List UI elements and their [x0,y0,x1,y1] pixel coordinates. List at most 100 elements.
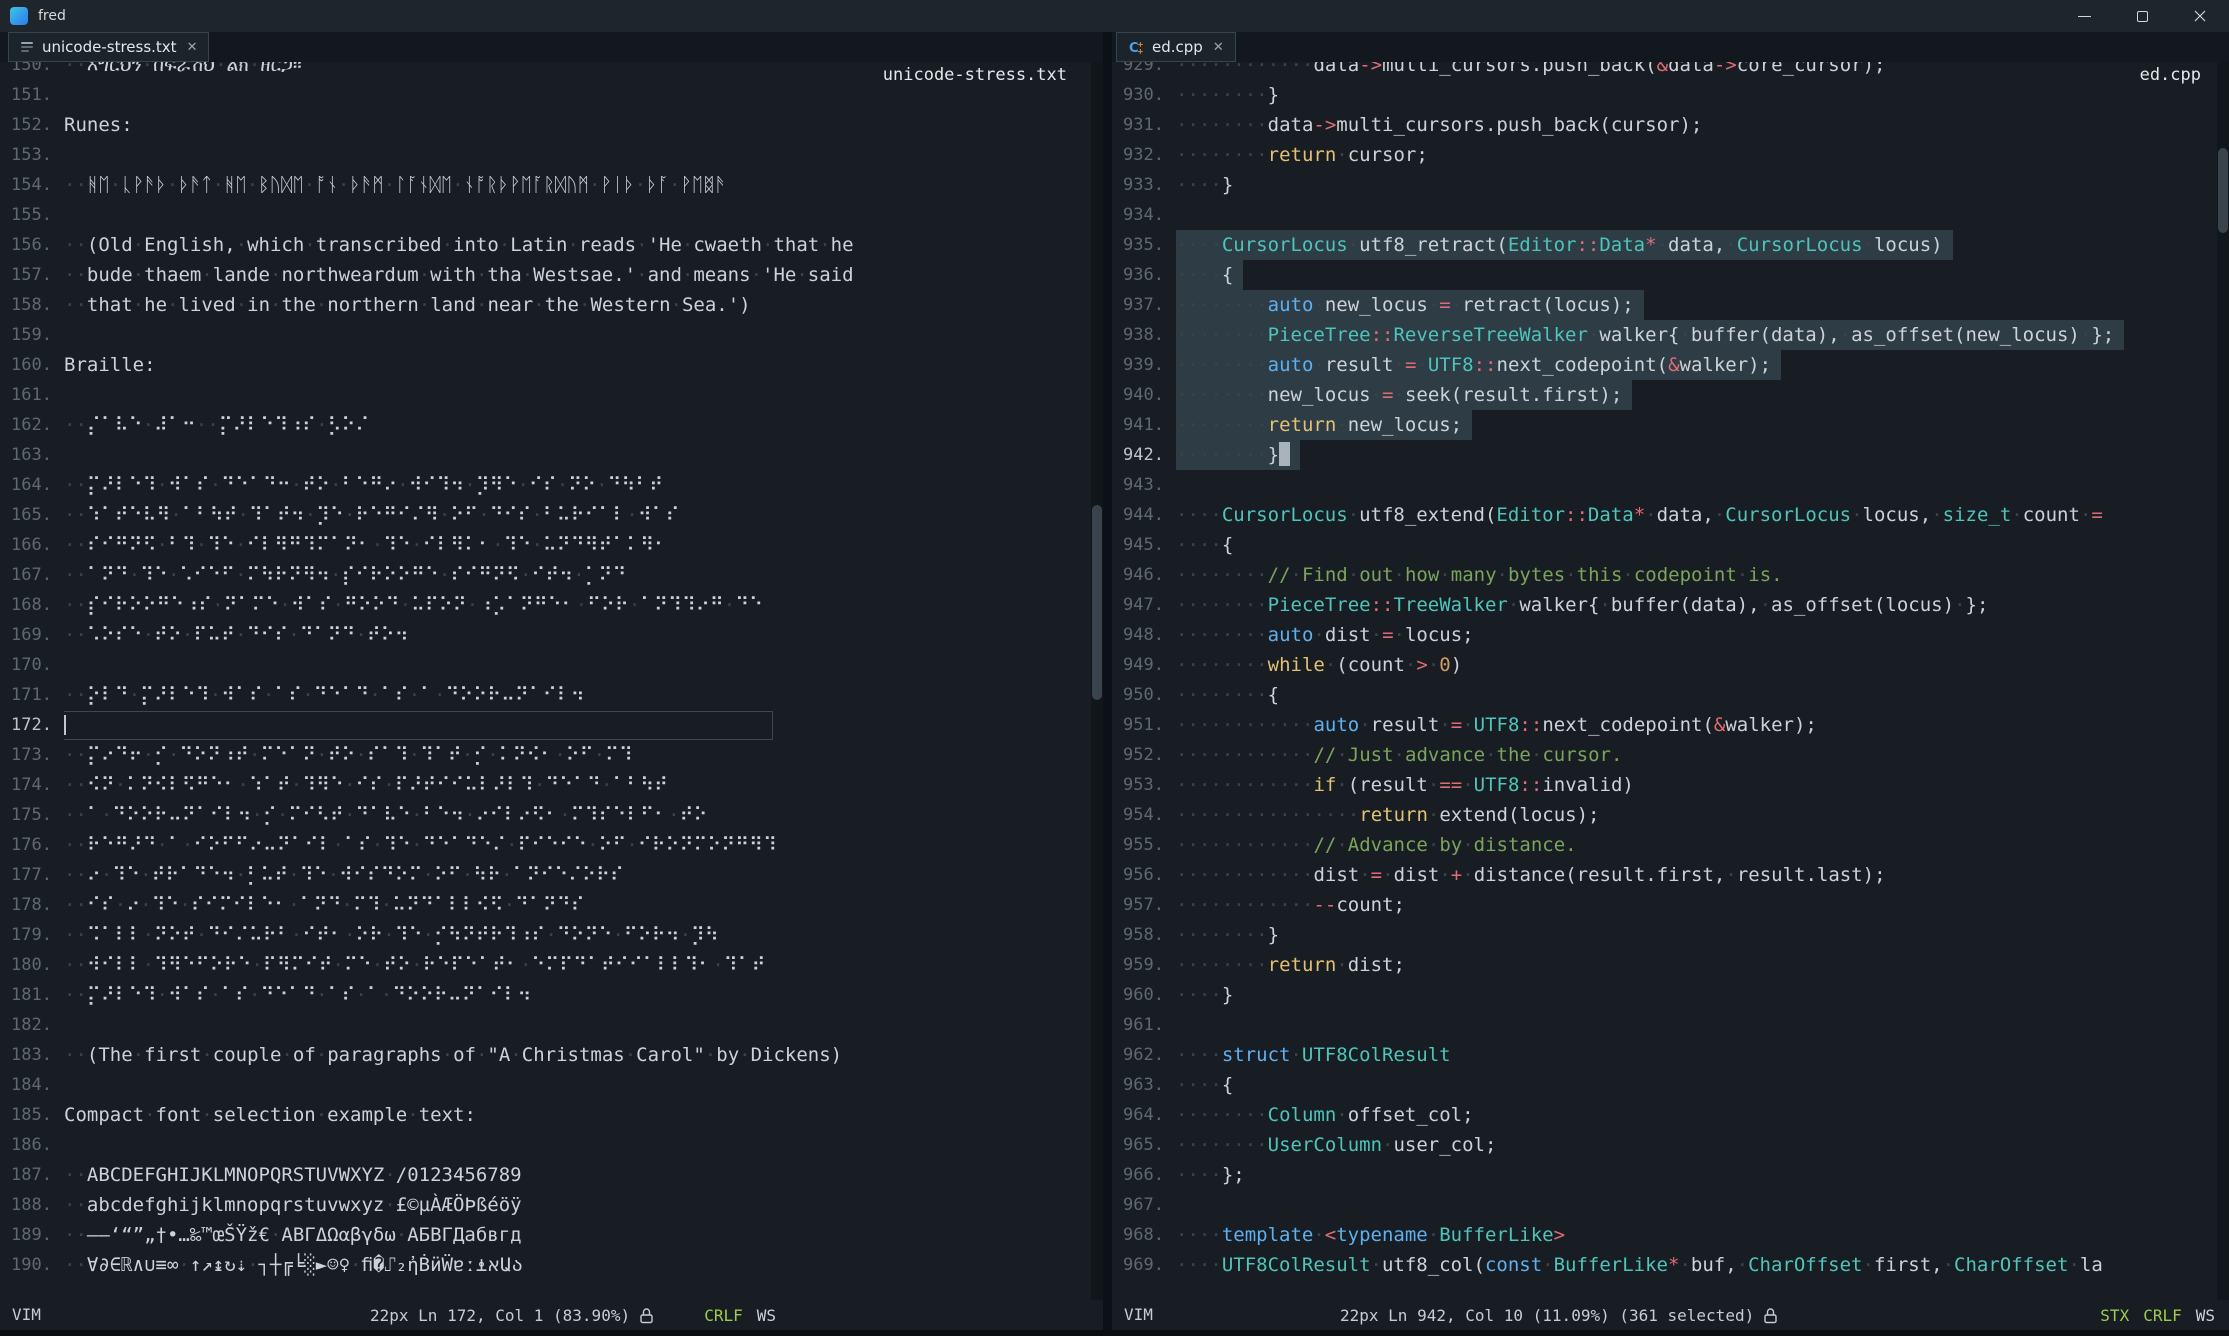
close-button[interactable] [2171,0,2229,32]
editor-line-156[interactable]: 156.··(Old·English,·which·transcribed·in… [0,230,1091,260]
editor-line-934[interactable]: 934. [1112,200,2217,230]
editor-line-956[interactable]: 956.············dist·=·dist·+·distance(r… [1112,860,2217,890]
editor-line-964[interactable]: 964.········Column·offset_col; [1112,1100,2217,1130]
left-editor-lines[interactable]: 150.··እግርህን·በፍራሽህ·ልክ·ዘርጋ።151.152.Runes:1… [0,62,1091,1280]
editor-line-959[interactable]: 959.········return·dist; [1112,950,2217,980]
editor-line-968[interactable]: 968.····template·<typename·BufferLike> [1112,1220,2217,1250]
pane-divider[interactable] [1103,32,1112,1330]
lock-icon[interactable] [639,1307,654,1324]
status-flag-ws[interactable]: WS [757,1306,776,1325]
status-flag-crlf[interactable]: CRLF [704,1306,743,1325]
editor-line-165[interactable]: 165.··⠱⠁⠞⠑⠧⠻·⠁⠃⠳⠞·⠹⠁⠞⠲·⡹⠑·⠗⠑⠛⠊⠌⠻·⠕⠋·⠙⠊⠎·… [0,500,1091,530]
editor-line-170[interactable]: 170. [0,650,1091,680]
editor-line-177[interactable]: 177.··⠔·⠹⠑·⠞⠗⠁⠙⠑⠲·⡃⠥⠞·⠹⠑·⠺⠊⠎⠙⠕⠍·⠕⠋·⠳⠗·⠁⠝… [0,860,1091,890]
editor-line-952[interactable]: 952.············//·Just·advance·the·curs… [1112,740,2217,770]
editor-line-941[interactable]: 941.········return·new_locus; [1112,410,2217,440]
editor-line-943[interactable]: 943. [1112,470,2217,500]
editor-line-933[interactable]: 933.····} [1112,170,2217,200]
editor-line-930[interactable]: 930.········} [1112,80,2217,110]
editor-line-962[interactable]: 962.····struct·UTF8ColResult [1112,1040,2217,1070]
editor-line-929[interactable]: 929.············data->multi_cursors.push… [1112,62,2217,80]
editor-line-159[interactable]: 159. [0,320,1091,350]
editor-line-167[interactable]: 167.··⠁⠝⠙·⠹⠑·⠡⠊⠑⠋·⠍⠳⠗⠝⠻⠲·⡎⠊⠗⠕⠕⠛⠑·⠎⠊⠛⠝⠫·⠊… [0,560,1091,590]
editor-line-162[interactable]: 162.··⡌⠁⠧⠑·⠼⠁⠒··⡍⠜⠇⠑⠹⠰⠎·⡣⠕⠌ [0,410,1091,440]
editor-line-949[interactable]: 949.········while·(count·>·0) [1112,650,2217,680]
right-editor[interactable]: 929.············data->multi_cursors.push… [1112,62,2229,1300]
editor-line-961[interactable]: 961. [1112,1010,2217,1040]
editor-line-939[interactable]: 939.········auto·result·=·UTF8::next_cod… [1112,350,2217,380]
tab-ed-cpp[interactable]: C + + ed.cpp ✕ [1116,32,1236,62]
editor-line-966[interactable]: 966.····}; [1112,1160,2217,1190]
editor-line-182[interactable]: 182. [0,1010,1091,1040]
editor-line-175[interactable]: 175.··⠁·⠙⠕⠕⠗⠤⠝⠁⠊⠇⠲·⡊·⠍⠊⠣⠞·⠙⠁⠧⠑·⠃⠑⠲·⠔⠊⠇⠔⠫… [0,800,1091,830]
status-flag-crlf[interactable]: CRLF [2143,1306,2182,1325]
editor-line-185[interactable]: 185.Compact·font·selection·example·text: [0,1100,1091,1130]
editor-line-940[interactable]: 940.········new_locus·=·seek(result.firs… [1112,380,2217,410]
editor-line-951[interactable]: 951.············auto·result·=·UTF8::next… [1112,710,2217,740]
editor-line-937[interactable]: 937.········auto·new_locus·=·retract(loc… [1112,290,2217,320]
editor-line-152[interactable]: 152.Runes: [0,110,1091,140]
editor-line-160[interactable]: 160.Braille: [0,350,1091,380]
editor-line-153[interactable]: 153. [0,140,1091,170]
editor-line-157[interactable]: 157.··bude·thaem·lande·northweardum·with… [0,260,1091,290]
right-scrollbar-thumb[interactable] [2218,148,2228,233]
editor-line-942[interactable]: 942.········} [1112,440,2217,470]
editor-line-958[interactable]: 958.········} [1112,920,2217,950]
editor-line-190[interactable]: 190.··∀∂∈ℝ∧∪≡∞·↑↗↨↻⇣·┐┼╔╘░►☺♀·ﬁ�⑀₂ἠḂӥẄɐː… [0,1250,1091,1280]
editor-line-944[interactable]: 944.····CursorLocus·utf8_extend(Editor::… [1112,500,2217,530]
editor-line-168[interactable]: 168.··⡎⠊⠗⠕⠕⠛⠑⠰⠎·⠝⠁⠍⠑·⠺⠁⠎·⠛⠕⠕⠙·⠥⠏⠕⠝·⠰⡡⠁⠝⠛… [0,590,1091,620]
editor-line-158[interactable]: 158.··that·he·lived·in·the·northern·land… [0,290,1091,320]
editor-line-960[interactable]: 960.····} [1112,980,2217,1010]
editor-line-946[interactable]: 946.········//·Find·out·how·many·bytes·t… [1112,560,2217,590]
tab-close-icon[interactable]: ✕ [1213,40,1224,55]
editor-line-953[interactable]: 953.············if·(result·==·UTF8::inva… [1112,770,2217,800]
editor-line-176[interactable]: 176.··⠗⠑⠛⠜⠙·⠁·⠊⠕⠋⠋⠔⠤⠝⠁⠊⠇·⠁⠎·⠹⠑·⠙⠑⠁⠙⠑⠌·⠏⠊… [0,830,1091,860]
tab-unicode-stress-txt[interactable]: unicode-stress.txt ✕ [8,32,209,62]
editor-line-947[interactable]: 947.········PieceTree::TreeWalker·walker… [1112,590,2217,620]
editor-line-154[interactable]: 154.··ᚻᛖ·ᚳᚹᚫᚦ·ᚦᚫᛏ·ᚻᛖ·ᛒᚢᛞᛖ·ᚩᚾ·ᚦᚫᛗ·ᛚᚪᚾᛞᛖ·ᚾ… [0,170,1091,200]
editor-line-184[interactable]: 184. [0,1070,1091,1100]
right-editor-lines[interactable]: 929.············data->multi_cursors.push… [1112,62,2217,1280]
status-flag-ws[interactable]: WS [2196,1306,2215,1325]
editor-line-166[interactable]: 166.··⠎⠊⠛⠝⠫·⠃⠹·⠹⠑·⠊⠇⠻⠛⠹⠍⠁⠝⠂·⠹⠑·⠊⠇⠻⠅⠂·⠹⠑·… [0,530,1091,560]
editor-line-932[interactable]: 932.········return·cursor; [1112,140,2217,170]
editor-line-171[interactable]: 171.··⡕⠇⠙·⡍⠜⠇⠑⠹·⠺⠁⠎·⠁⠎·⠙⠑⠁⠙·⠁⠎·⠁·⠙⠕⠕⠗⠤⠝⠁… [0,680,1091,710]
editor-line-948[interactable]: 948.········auto·dist·=·locus; [1112,620,2217,650]
editor-line-183[interactable]: 183.··(The·first·couple·of·paragraphs·of… [0,1040,1091,1070]
editor-line-169[interactable]: 169.··⠡⠕⠎⠑·⠞⠕·⠏⠥⠞·⠙⠊⠎·⠙⠁⠝⠙·⠞⠕⠲ [0,620,1091,650]
editor-line-950[interactable]: 950.········{ [1112,680,2217,710]
editor-line-187[interactable]: 187.··ABCDEFGHIJKLMNOPQRSTUVWXYZ·/012345… [0,1160,1091,1190]
editor-line-173[interactable]: 173.··⡍⠔⠙⠖·⡊·⠙⠕⠝⠰⠞·⠍⠑⠁⠝·⠞⠕·⠎⠁⠹·⠹⠁⠞·⡊·⠅⠝⠪… [0,740,1091,770]
tab-close-icon[interactable]: ✕ [187,40,198,55]
editor-line-965[interactable]: 965.········UserColumn·user_col; [1112,1130,2217,1160]
editor-line-969[interactable]: 969.····UTF8ColResult·utf8_col(const·Buf… [1112,1250,2217,1280]
left-editor[interactable]: 150.··እግርህን·በፍራሽህ·ልክ·ዘርጋ።151.152.Runes:1… [0,62,1103,1300]
editor-line-155[interactable]: 155. [0,200,1091,230]
right-scrollbar[interactable] [2217,62,2229,1300]
editor-line-954[interactable]: 954.················return·extend(locus)… [1112,800,2217,830]
editor-line-945[interactable]: 945.····{ [1112,530,2217,560]
editor-line-180[interactable]: 180.··⠺⠊⠇⠇·⠹⠻⠑⠋⠕⠗⠑·⠏⠻⠍⠊⠞·⠍⠑·⠞⠕·⠗⠑⠏⠑⠁⠞⠂·⠑… [0,950,1091,980]
status-flag-stx[interactable]: STX [2100,1306,2129,1325]
editor-line-936[interactable]: 936.····{ [1112,260,2217,290]
editor-line-955[interactable]: 955.············//·Advance·by·distance. [1112,830,2217,860]
editor-line-163[interactable]: 163. [0,440,1091,470]
left-scrollbar[interactable] [1091,62,1103,1300]
maximize-button[interactable] [2113,0,2171,32]
editor-line-172[interactable]: 172. [0,710,1091,740]
editor-line-189[interactable]: 189.··–—‘“”„†•…‰™œŠŸž€·ΑΒΓΔΩαβγδω·АБВГДа… [0,1220,1091,1250]
editor-line-967[interactable]: 967. [1112,1190,2217,1220]
editor-line-935[interactable]: 935.····CursorLocus·utf8_retract(Editor:… [1112,230,2217,260]
editor-line-161[interactable]: 161. [0,380,1091,410]
editor-line-179[interactable]: 179.··⠩⠁⠇⠇·⠝⠕⠞·⠙⠊⠌⠥⠗⠃·⠊⠞⠂·⠕⠗·⠹⠑·⡊⠳⠝⠞⠗⠹⠰⠎… [0,920,1091,950]
editor-line-186[interactable]: 186. [0,1130,1091,1160]
minimize-button[interactable] [2055,0,2113,32]
editor-line-957[interactable]: 957.············--count; [1112,890,2217,920]
editor-line-188[interactable]: 188.··abcdefghijklmnopqrstuvwxyz·£©µÀÆÖÞ… [0,1190,1091,1220]
editor-line-931[interactable]: 931.········data->multi_cursors.push_bac… [1112,110,2217,140]
editor-line-181[interactable]: 181.··⡍⠜⠇⠑⠹·⠺⠁⠎·⠁⠎·⠙⠑⠁⠙·⠁⠎·⠁·⠙⠕⠕⠗⠤⠝⠁⠊⠇⠲ [0,980,1091,1010]
editor-line-938[interactable]: 938.········PieceTree::ReverseTreeWalker… [1112,320,2217,350]
left-scrollbar-thumb[interactable] [1092,505,1102,700]
lock-icon[interactable] [1763,1307,1778,1324]
editor-line-178[interactable]: 178.··⠊⠎·⠔·⠹⠑·⠎⠊⠍⠊⠇⠑⠂·⠁⠝⠙·⠍⠹·⠥⠝⠙⠁⠇⠇⠪⠫·⠙⠁… [0,890,1091,920]
